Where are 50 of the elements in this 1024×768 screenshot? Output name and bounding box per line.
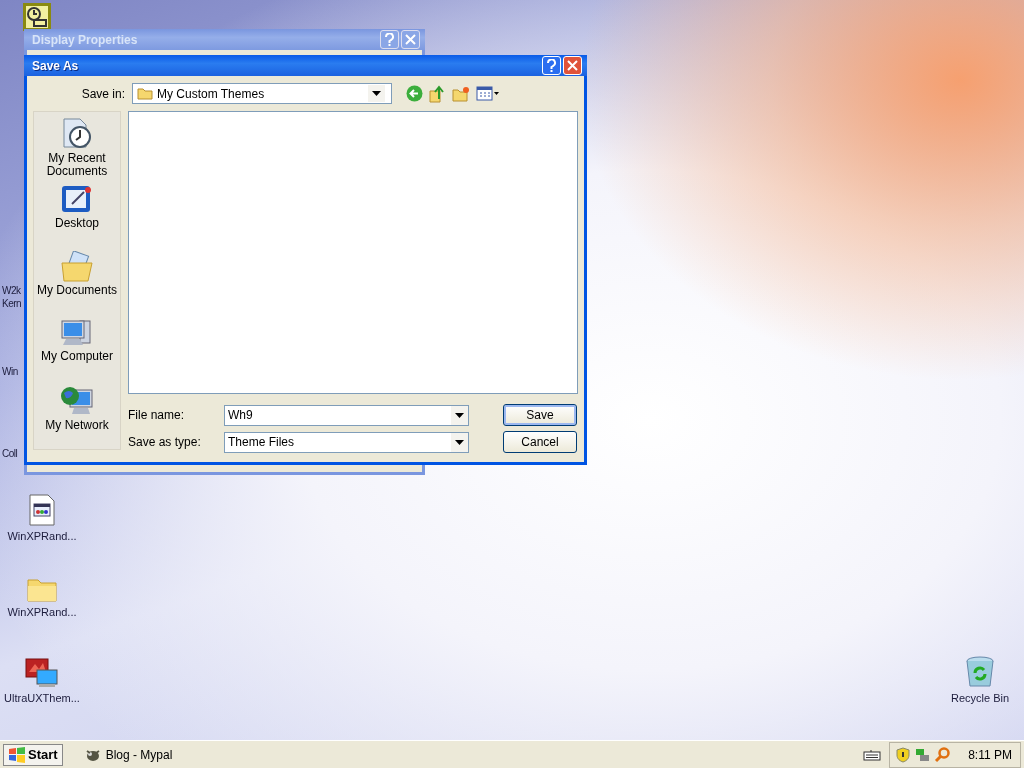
start-button[interactable]: Start: [3, 743, 63, 766]
new-folder-icon[interactable]: [452, 85, 470, 102]
field-label: File name:: [128, 408, 186, 422]
dialog-button[interactable]: Cancel: [503, 431, 577, 453]
icon-label: Win: [2, 366, 18, 377]
shield-icon[interactable]: [896, 746, 911, 763]
windows-flag-icon: [8, 746, 26, 763]
folder-icon: [60, 250, 94, 283]
window-title: Display Properties: [32, 32, 139, 47]
field-label: Save in:: [80, 86, 125, 101]
help-icon: [384, 33, 395, 46]
folder-icon[interactable]: [27, 576, 57, 602]
close-icon: [405, 34, 416, 45]
back-icon[interactable]: [406, 85, 423, 102]
location-dropdown[interactable]: My Custom Themes: [132, 83, 392, 104]
recycle-bin-icon[interactable]: [965, 656, 995, 688]
icon-label: Coll: [2, 448, 18, 459]
clock-card-icon[interactable]: [22, 2, 52, 32]
places-item[interactable]: My Recent Documents: [34, 117, 120, 182]
taskbar-button[interactable]: Blog - Mypal: [78, 745, 179, 764]
places-item[interactable]: Desktop: [34, 183, 120, 249]
file-name-field[interactable]: Wh9: [224, 404, 469, 426]
document-icon[interactable]: [28, 494, 56, 526]
view-menu-icon[interactable]: [476, 85, 500, 102]
document-clock-icon: [60, 117, 94, 151]
icon-label: W2k: [2, 285, 21, 296]
dropdown-arrow-icon: [455, 439, 464, 445]
icon-label[interactable]: WinXPRand...: [7, 606, 77, 618]
dialog-button[interactable]: Save: [503, 404, 577, 426]
icon-label: Kern: [2, 298, 22, 309]
help-icon: [546, 59, 557, 72]
places-item[interactable]: My Computer: [34, 317, 120, 383]
up-folder-icon[interactable]: [429, 84, 446, 103]
file-name-input[interactable]: Wh9: [225, 408, 451, 422]
window-title: Save As: [32, 58, 80, 73]
places-item[interactable]: My Documents: [34, 250, 120, 316]
places-item[interactable]: My Network: [34, 384, 120, 449]
icon-label[interactable]: WinXPRand...: [7, 530, 77, 542]
dropdown-arrow-icon: [455, 412, 464, 418]
icon-label[interactable]: UltraUXThem...: [4, 692, 80, 704]
folder-icon: [137, 87, 153, 100]
search-icon[interactable]: [934, 746, 951, 763]
field-label: Save as type:: [128, 435, 202, 449]
file-type-dropdown[interactable]: Theme Files: [224, 431, 469, 453]
clock[interactable]: 8:11 PM: [968, 747, 1012, 762]
monitors-icon[interactable]: [25, 658, 59, 688]
keyboard-icon[interactable]: [863, 748, 882, 761]
dropdown-arrow-icon: [372, 91, 381, 96]
close-icon: [567, 60, 578, 71]
icon-label[interactable]: Recycle Bin: [950, 692, 1010, 704]
